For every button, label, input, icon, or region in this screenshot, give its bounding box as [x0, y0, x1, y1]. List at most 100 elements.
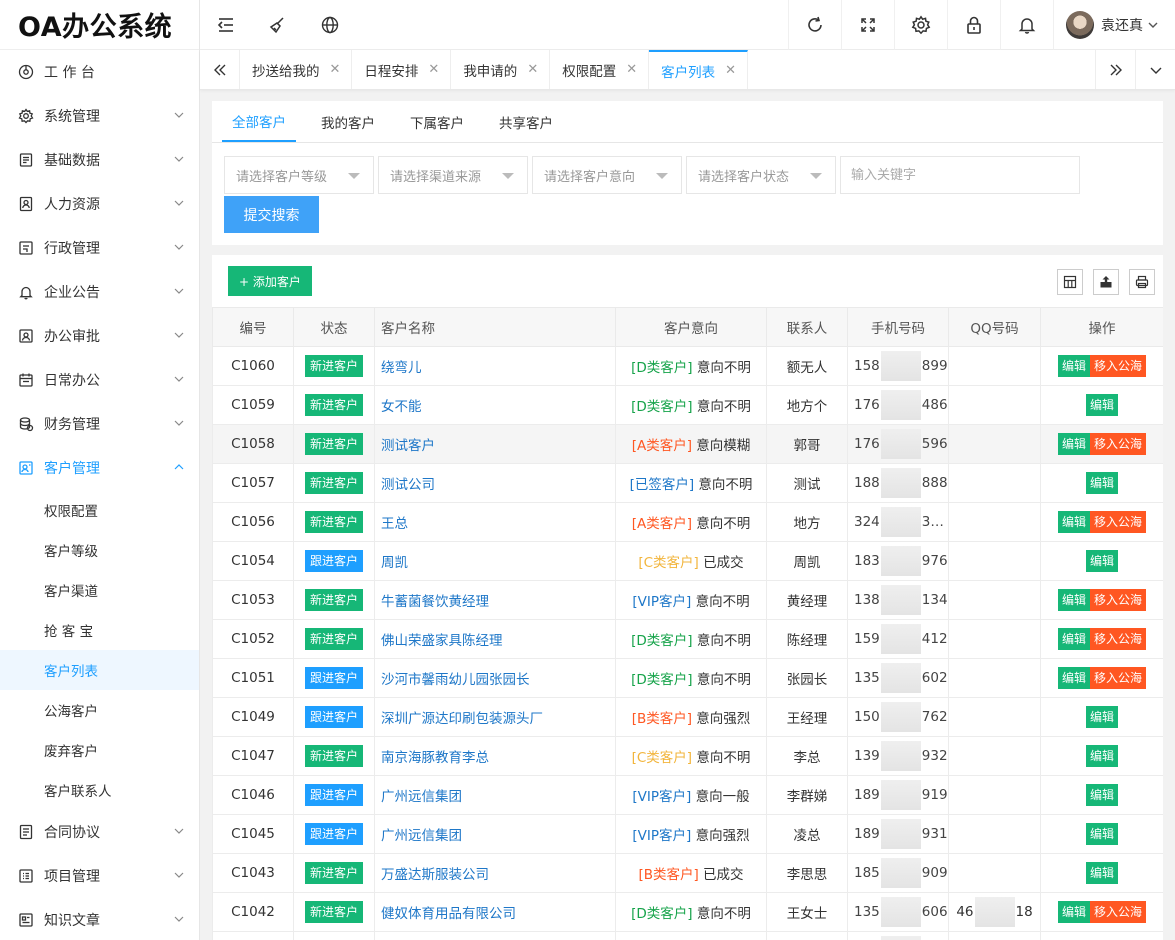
move-to-pool-button[interactable]: 移入公海 [1090, 511, 1147, 533]
sidebar-bottom-item-0[interactable]: 合同协议 [0, 810, 199, 854]
table-row[interactable]: C1052 新进客户 佛山荣盛家具陈经理 [D类客户] 意向不明 陈经理 159… [212, 619, 1163, 659]
customer-name-link[interactable]: 周凯 [381, 555, 408, 571]
close-icon[interactable]: ✕ [527, 62, 538, 77]
tabs-menu-button[interactable] [1135, 50, 1175, 89]
customer-name-link[interactable]: 广州远信集团 [381, 828, 462, 844]
sidebar-item-9[interactable]: 客户管理 [0, 446, 199, 490]
move-to-pool-button[interactable]: 移入公海 [1090, 628, 1147, 650]
customer-intent-select[interactable]: 请选择客户意向 [532, 156, 682, 194]
sidebar-item-4[interactable]: 行政管理 [0, 226, 199, 270]
edit-button[interactable]: 编辑 [1057, 355, 1090, 377]
sidebar-subitem-0[interactable]: 权限配置 [0, 490, 199, 530]
page-tab-2[interactable]: 我申请的 ✕ [451, 50, 551, 89]
edit-button[interactable]: 编辑 [1085, 862, 1118, 884]
page-tab-0[interactable]: 抄送给我的 ✕ [240, 50, 353, 89]
customer-status-select[interactable]: 请选择客户状态 [686, 156, 836, 194]
table-row[interactable]: C1059 新进客户 女不能 [D类客户] 意向不明 地方个 176 486 编辑 [212, 385, 1163, 425]
page-tab-4[interactable]: 客户列表 ✕ [649, 50, 749, 89]
channel-source-select[interactable]: 请选择渠道来源 [378, 156, 528, 194]
sidebar-subitem-3[interactable]: 抢 客 宝 [0, 610, 199, 650]
sidebar-item-8[interactable]: 财务管理 [0, 402, 199, 446]
print-button[interactable] [1129, 269, 1155, 295]
sidebar-subitem-2[interactable]: 客户渠道 [0, 570, 199, 610]
customer-name-link[interactable]: 绕弯儿 [381, 360, 422, 376]
user-menu[interactable]: 袁还真 [1053, 0, 1175, 50]
edit-button[interactable]: 编辑 [1085, 784, 1118, 806]
sidebar-item-0[interactable]: 工 作 台 [0, 50, 199, 94]
settings-button[interactable] [894, 0, 947, 50]
sidebar-subitem-5[interactable]: 公海客户 [0, 690, 199, 730]
table-row[interactable]: C1046 跟进客户 广州远信集团 [VIP客户] 意向一般 李群娣 189 91… [212, 775, 1163, 815]
table-row[interactable]: C1041 跟进客户 上海佳捷网络科技有限公司 [D类客户] 意向不明 李四 1… [212, 931, 1163, 940]
edit-button[interactable]: 编辑 [1057, 901, 1090, 923]
table-row[interactable]: C1045 跟进客户 广州远信集团 [VIP客户] 意向强烈 凌总 189 931… [212, 814, 1163, 854]
fullscreen-button[interactable] [841, 0, 894, 50]
collapse-sidebar-button[interactable] [200, 0, 252, 50]
table-row[interactable]: C1053 新进客户 牛蓄菌餐饮黄经理 [VIP客户] 意向不明 黄经理 138… [212, 580, 1163, 620]
customer-name-link[interactable]: 广州远信集团 [381, 789, 462, 805]
table-row[interactable]: C1043 新进客户 万盛达斯服装公司 [B类客户] 已成交 李思思 185 90… [212, 853, 1163, 893]
sidebar-subitem-7[interactable]: 客户联系人 [0, 770, 199, 810]
edit-button[interactable]: 编辑 [1085, 706, 1118, 728]
edit-button[interactable]: 编辑 [1085, 745, 1118, 767]
edit-button[interactable]: 编辑 [1057, 667, 1090, 689]
notifications-button[interactable] [1000, 0, 1053, 50]
edit-button[interactable]: 编辑 [1057, 589, 1090, 611]
customer-name-link[interactable]: 南京海豚教育李总 [381, 750, 489, 766]
submit-search-button[interactable]: 提交搜索 [224, 196, 319, 233]
customer-tab-0[interactable]: 全部客户 [222, 101, 296, 142]
customer-name-link[interactable]: 深圳广源达印刷包装源头厂 [381, 711, 543, 727]
edit-button[interactable]: 编辑 [1057, 511, 1090, 533]
refresh-button[interactable] [788, 0, 841, 50]
move-to-pool-button[interactable]: 移入公海 [1090, 589, 1147, 611]
customer-tab-2[interactable]: 下属客户 [400, 101, 474, 142]
edit-button[interactable]: 编辑 [1057, 433, 1090, 455]
website-button[interactable] [304, 0, 356, 50]
sidebar-bottom-item-2[interactable]: 知识文章 [0, 898, 199, 940]
table-row[interactable]: C1047 新进客户 南京海豚教育李总 [C类客户] 意向不明 李总 139 93… [212, 736, 1163, 776]
customer-name-link[interactable]: 健奴体育用品有限公司 [381, 906, 516, 922]
customer-tab-1[interactable]: 我的客户 [311, 101, 385, 142]
edit-button[interactable]: 编辑 [1085, 394, 1118, 416]
table-row[interactable]: C1057 新进客户 测试公司 [已签客户] 意向不明 测试 188 888 编辑 [212, 463, 1163, 503]
clean-cache-button[interactable] [252, 0, 304, 50]
customer-name-link[interactable]: 牛蓄菌餐饮黄经理 [381, 594, 489, 610]
table-row[interactable]: C1054 跟进客户 周凯 [C类客户] 已成交 周凯 183 976 编辑 [212, 541, 1163, 581]
table-row[interactable]: C1056 新进客户 王总 [A类客户] 意向不明 地方 324 3… 编辑 移入公… [212, 502, 1163, 542]
sidebar-subitem-1[interactable]: 客户等级 [0, 530, 199, 570]
table-row[interactable]: C1060 新进客户 绕弯儿 [D类客户] 意向不明 额无人 158 899 编辑… [212, 346, 1163, 386]
add-customer-button[interactable]: + 添加客户 [228, 266, 312, 296]
sidebar-subitem-4[interactable]: 客户列表 [0, 650, 199, 690]
move-to-pool-button[interactable]: 移入公海 [1090, 901, 1147, 923]
customer-name-link[interactable]: 测试客户 [381, 438, 435, 454]
export-button[interactable] [1093, 269, 1119, 295]
sidebar-subitem-6[interactable]: 废弃客户 [0, 730, 199, 770]
customer-name-link[interactable]: 女不能 [381, 399, 422, 415]
customer-name-link[interactable]: 沙河市馨雨幼儿园张园长 [381, 672, 530, 688]
move-to-pool-button[interactable]: 移入公海 [1090, 667, 1147, 689]
customer-name-link[interactable]: 王总 [381, 516, 408, 532]
sidebar-item-3[interactable]: 人力资源 [0, 182, 199, 226]
keyword-input[interactable] [840, 156, 1080, 194]
table-row[interactable]: C1049 跟进客户 深圳广源达印刷包装源头厂 [B类客户] 意向强烈 王经理 … [212, 697, 1163, 737]
lock-screen-button[interactable] [947, 0, 1000, 50]
edit-button[interactable]: 编辑 [1057, 628, 1090, 650]
sidebar-item-6[interactable]: 办公审批 [0, 314, 199, 358]
table-row[interactable]: C1051 跟进客户 沙河市馨雨幼儿园张园长 [D类客户] 意向不明 张园长 1… [212, 658, 1163, 698]
page-tab-3[interactable]: 权限配置 ✕ [550, 50, 650, 89]
close-icon[interactable]: ✕ [428, 62, 439, 77]
tabs-scroll-right-button[interactable] [1095, 50, 1135, 89]
move-to-pool-button[interactable]: 移入公海 [1090, 355, 1147, 377]
edit-button[interactable]: 编辑 [1085, 550, 1118, 572]
sidebar-item-2[interactable]: 基础数据 [0, 138, 199, 182]
move-to-pool-button[interactable]: 移入公海 [1090, 433, 1147, 455]
column-filter-button[interactable] [1057, 269, 1083, 295]
sidebar-item-7[interactable]: 日常办公 [0, 358, 199, 402]
sidebar-bottom-item-1[interactable]: 项目管理 [0, 854, 199, 898]
close-icon[interactable]: ✕ [330, 62, 341, 77]
sidebar-item-5[interactable]: 企业公告 [0, 270, 199, 314]
edit-button[interactable]: 编辑 [1085, 472, 1118, 494]
customer-name-link[interactable]: 测试公司 [381, 477, 435, 493]
tabs-scroll-left-button[interactable] [200, 50, 240, 89]
customer-tab-3[interactable]: 共享客户 [489, 101, 563, 142]
